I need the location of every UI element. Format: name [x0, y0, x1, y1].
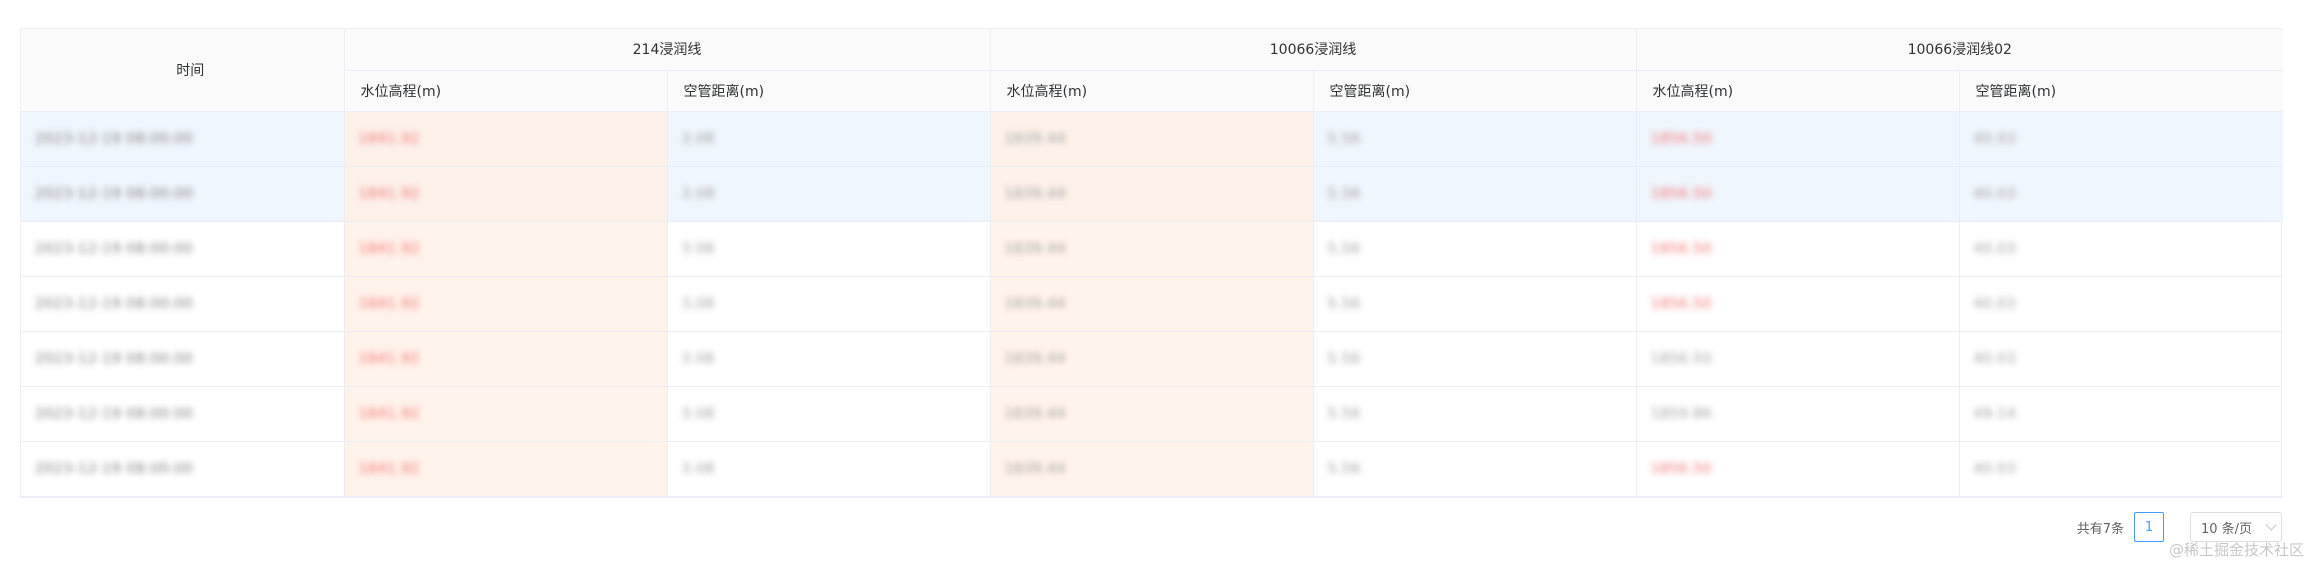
cell-empty-pipe: 5.56 — [1313, 276, 1637, 332]
cell-water-level: 1839.44 — [990, 276, 1314, 332]
cell-time: 2023-12-19 08:00:00 — [21, 441, 345, 497]
table-row[interactable]: 2023-12-19 08:00:00 1841.92 3.08 1839.44… — [21, 276, 2284, 332]
cell-empty-pipe: 5.56 — [1313, 441, 1637, 497]
cell-empty-pipe: 40.03 — [1959, 166, 2284, 222]
pagination-total: 共有7条 — [2076, 521, 2124, 537]
pagination: 共有7条 1 10 条/页 — [2077, 512, 2282, 542]
column-header-water-level: 水位高程(m) — [990, 70, 1314, 112]
table-row[interactable]: 2023-12-19 08:00:00 1841.92 3.08 1839.44… — [21, 111, 2284, 167]
cell-empty-pipe: 3.08 — [667, 276, 991, 332]
cell-water-level: 1859.86 — [1636, 386, 1960, 442]
cell-water-level: 1856.50 — [1636, 441, 1960, 497]
cell-empty-pipe: 40.03 — [1959, 441, 2284, 497]
cell-water-level: 1841.92 — [344, 386, 668, 442]
cell-water-level: 1841.92 — [344, 331, 668, 387]
column-header-water-level: 水位高程(m) — [344, 70, 668, 112]
page-size-label: 10 条/页 — [2201, 521, 2253, 537]
cell-time: 2023-12-19 08:00:00 — [21, 386, 345, 442]
cell-empty-pipe: 3.08 — [667, 111, 991, 167]
page: 时间 214浸润线 10066浸润线 10066浸润线02 水位高程(m) 空管… — [0, 0, 2312, 562]
cell-empty-pipe: 3.08 — [667, 331, 991, 387]
cell-water-level: 1839.44 — [990, 166, 1314, 222]
cell-water-level: 1841.92 — [344, 166, 668, 222]
cell-water-level: 1841.92 — [344, 276, 668, 332]
cell-water-level: 1856.50 — [1636, 111, 1960, 167]
cell-empty-pipe: 5.56 — [1313, 331, 1637, 387]
cell-water-level: 1839.44 — [990, 386, 1314, 442]
cell-empty-pipe: 40.03 — [1959, 276, 2284, 332]
data-table: 时间 214浸润线 10066浸润线 10066浸润线02 水位高程(m) 空管… — [20, 28, 2284, 498]
cell-empty-pipe: 3.08 — [667, 441, 991, 497]
table-row[interactable]: 2023-12-19 08:00:00 1841.92 3.08 1839.44… — [21, 386, 2284, 442]
cell-water-level: 1841.92 — [344, 221, 668, 277]
page-size-select[interactable]: 10 条/页 — [2190, 512, 2282, 542]
cell-empty-pipe: 5.56 — [1313, 166, 1637, 222]
cell-empty-pipe: 5.56 — [1313, 111, 1637, 167]
cell-water-level: 1839.44 — [990, 331, 1314, 387]
cell-water-level: 1841.92 — [344, 441, 668, 497]
cell-empty-pipe: 5.56 — [1313, 221, 1637, 277]
page-number-button[interactable]: 1 — [2134, 512, 2164, 542]
column-header-time: 时间 — [21, 29, 345, 112]
watermark: @稀土掘金技术社区 — [2168, 541, 2304, 559]
cell-time: 2023-12-19 08:00:00 — [21, 166, 345, 222]
cell-water-level: 1856.50 — [1636, 276, 1960, 332]
cell-time: 2023-12-19 08:00:00 — [21, 111, 345, 167]
cell-water-level: 1839.44 — [990, 111, 1314, 167]
cell-water-level: 1841.92 — [344, 111, 668, 167]
cell-empty-pipe: 49.14 — [1959, 386, 2284, 442]
group-header-214: 214浸润线 — [344, 29, 991, 71]
column-header-empty-pipe: 空管距离(m) — [1959, 70, 2284, 112]
cell-time: 2023-12-19 08:00:00 — [21, 276, 345, 332]
group-header-10066-02: 10066浸润线02 — [1636, 29, 2284, 71]
table-row[interactable]: 2023-12-19 08:00:00 1841.92 3.08 1839.44… — [21, 441, 2284, 497]
chevron-down-icon — [2265, 519, 2277, 531]
column-header-water-level: 水位高程(m) — [1636, 70, 1960, 112]
cell-empty-pipe: 3.08 — [667, 386, 991, 442]
cell-empty-pipe: 5.56 — [1313, 386, 1637, 442]
cell-empty-pipe: 3.08 — [667, 166, 991, 222]
cell-water-level: 1856.50 — [1636, 331, 1960, 387]
group-header-10066: 10066浸润线 — [990, 29, 1637, 71]
cell-empty-pipe: 40.03 — [1959, 331, 2284, 387]
table-row[interactable]: 2023-12-19 08:00:00 1841.92 3.08 1839.44… — [21, 166, 2284, 222]
cell-water-level: 1839.44 — [990, 221, 1314, 277]
cell-empty-pipe: 3.08 — [667, 221, 991, 277]
cell-empty-pipe: 40.03 — [1959, 221, 2284, 277]
cell-time: 2023-12-19 08:00:00 — [21, 221, 345, 277]
table-row[interactable]: 2023-12-19 08:00:00 1841.92 3.08 1839.44… — [21, 331, 2284, 387]
column-header-empty-pipe: 空管距离(m) — [1313, 70, 1637, 112]
cell-water-level: 1839.44 — [990, 441, 1314, 497]
column-header-empty-pipe: 空管距离(m) — [667, 70, 991, 112]
cell-water-level: 1856.50 — [1636, 166, 1960, 222]
table-row[interactable]: 2023-12-19 08:00:00 1841.92 3.08 1839.44… — [21, 221, 2284, 277]
cell-water-level: 1856.50 — [1636, 221, 1960, 277]
cell-time: 2023-12-19 08:00:00 — [21, 331, 345, 387]
cell-empty-pipe: 40.03 — [1959, 111, 2284, 167]
